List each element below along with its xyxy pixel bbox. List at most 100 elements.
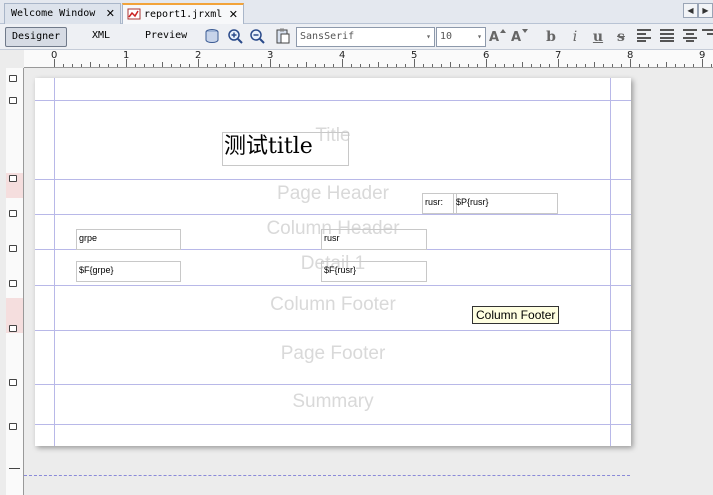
svg-text:A: A	[489, 30, 499, 44]
ruler-tick	[621, 64, 622, 67]
detail-field-grpe[interactable]: $F{grpe}	[76, 261, 181, 282]
italic-button[interactable]: i	[565, 28, 585, 46]
xml-button[interactable]: XML	[86, 27, 116, 47]
zoom-in-icon[interactable]	[226, 28, 244, 46]
band-separator	[35, 285, 631, 286]
datasource-icon[interactable]	[203, 28, 221, 46]
horizontal-ruler: 0 1 2 3 4 5 6 7 8 9	[24, 50, 713, 68]
ruler-tick	[423, 64, 424, 67]
ruler-tick	[306, 62, 307, 67]
ruler-tick	[135, 64, 136, 67]
ruler-tick	[531, 64, 532, 67]
font-family-value: SansSerif	[300, 31, 355, 42]
ruler-tick	[324, 64, 325, 67]
column-header-grpe[interactable]: grpe	[76, 229, 181, 250]
tab-report1[interactable]: report1.jrxml ✕	[122, 3, 244, 25]
bold-button[interactable]: b	[541, 28, 561, 46]
strikethrough-button[interactable]: s	[611, 28, 631, 46]
ruler-number: 6	[483, 50, 490, 61]
ruler-tick	[225, 64, 226, 67]
ruler-tick	[549, 64, 550, 67]
align-right-icon[interactable]	[701, 28, 713, 46]
band-resize-handle[interactable]	[9, 210, 17, 217]
band-separator	[35, 100, 631, 101]
band-resize-handle[interactable]	[9, 325, 17, 332]
preview-button[interactable]: Preview	[139, 27, 193, 47]
band-resize-handle[interactable]	[9, 97, 17, 104]
ruler-number: 5	[411, 50, 418, 61]
ruler-number: 9	[699, 50, 706, 61]
align-justify-icon[interactable]	[658, 28, 676, 46]
ruler-tick	[369, 64, 370, 67]
svg-text:A: A	[511, 30, 521, 44]
vertical-ruler	[6, 68, 24, 495]
band-tooltip: Column Footer	[472, 306, 560, 324]
report-file-icon	[127, 8, 141, 20]
detail-field-rusr[interactable]: $F{rusr}	[321, 261, 427, 282]
ruler-tick	[693, 64, 694, 67]
tab-scroll-left-icon[interactable]: ◀	[683, 3, 698, 18]
ruler-number: 8	[627, 50, 634, 61]
designer-button[interactable]: Designer	[5, 27, 68, 47]
ruler-tick	[252, 64, 253, 67]
underline-button[interactable]: u	[588, 28, 608, 46]
band-resize-handle[interactable]	[9, 175, 17, 182]
ruler-tick	[108, 64, 109, 67]
ruler-tick	[360, 64, 361, 67]
close-icon[interactable]: ✕	[229, 5, 238, 25]
ruler-tick	[477, 64, 478, 67]
tab-welcome-window[interactable]: Welcome Window ✕	[4, 3, 121, 24]
ruler-tick	[684, 64, 685, 67]
chevron-down-icon: ▾	[477, 32, 482, 41]
chevron-down-icon: ▾	[426, 32, 431, 41]
ruler-tick	[162, 62, 163, 67]
align-left-icon[interactable]	[635, 28, 653, 46]
ruler-tick	[540, 64, 541, 67]
band-separator	[35, 330, 631, 331]
ruler-tick	[333, 64, 334, 67]
font-size-select[interactable]: 10 ▾	[436, 27, 486, 47]
band-label-summary: Summary	[292, 391, 374, 412]
ruler-tick	[117, 64, 118, 67]
band-resize-handle[interactable]	[9, 423, 17, 430]
ruler-tick	[72, 64, 73, 67]
font-family-select[interactable]: SansSerif ▾	[296, 27, 435, 47]
ruler-tick	[288, 64, 289, 67]
paste-format-icon[interactable]	[274, 28, 292, 46]
close-icon[interactable]: ✕	[106, 4, 115, 24]
band-resize-handle[interactable]	[9, 280, 17, 287]
band-resize-handle[interactable]	[9, 75, 17, 82]
zoom-out-icon[interactable]	[248, 28, 266, 46]
ruler-tick	[666, 62, 667, 67]
ruler-tick	[576, 64, 577, 67]
align-center-icon[interactable]	[681, 28, 699, 46]
band-resize-handle[interactable]	[9, 245, 17, 252]
ruler-tick	[387, 64, 388, 67]
title-text-element[interactable]: 测试title	[222, 132, 349, 166]
tab-scroll-right-icon[interactable]: ▶	[698, 3, 713, 18]
ruler-tick	[297, 64, 298, 67]
ruler-tick	[513, 64, 514, 67]
ruler-tick	[90, 62, 91, 67]
report-page[interactable]: Title Page Header Column Header Detail 1…	[35, 78, 631, 446]
ruler-tick	[585, 64, 586, 67]
ruler-tick	[450, 62, 451, 67]
ruler-number: 2	[195, 50, 202, 61]
font-size-value: 10	[440, 31, 453, 42]
param-field-element[interactable]: $P{rusr}	[453, 193, 558, 214]
column-header-rusr[interactable]: rusr	[321, 229, 427, 250]
band-separator	[35, 424, 631, 425]
param-label-element[interactable]: rusr:	[422, 193, 457, 214]
editor-tab-bar: Welcome Window ✕ report1.jrxml ✕ ◀ ▶	[0, 0, 713, 25]
band-separator	[35, 179, 631, 180]
font-shrink-icon[interactable]: A	[510, 28, 528, 46]
ruler-tick	[468, 64, 469, 67]
ruler-number: 4	[339, 50, 346, 61]
ruler-tick	[81, 64, 82, 67]
ruler-tick	[648, 64, 649, 67]
band-resize-handle[interactable]	[9, 379, 17, 386]
ruler-number: 3	[267, 50, 274, 61]
font-grow-icon[interactable]: A	[488, 28, 506, 46]
ruler-tick	[189, 64, 190, 67]
ruler-tick	[657, 64, 658, 67]
